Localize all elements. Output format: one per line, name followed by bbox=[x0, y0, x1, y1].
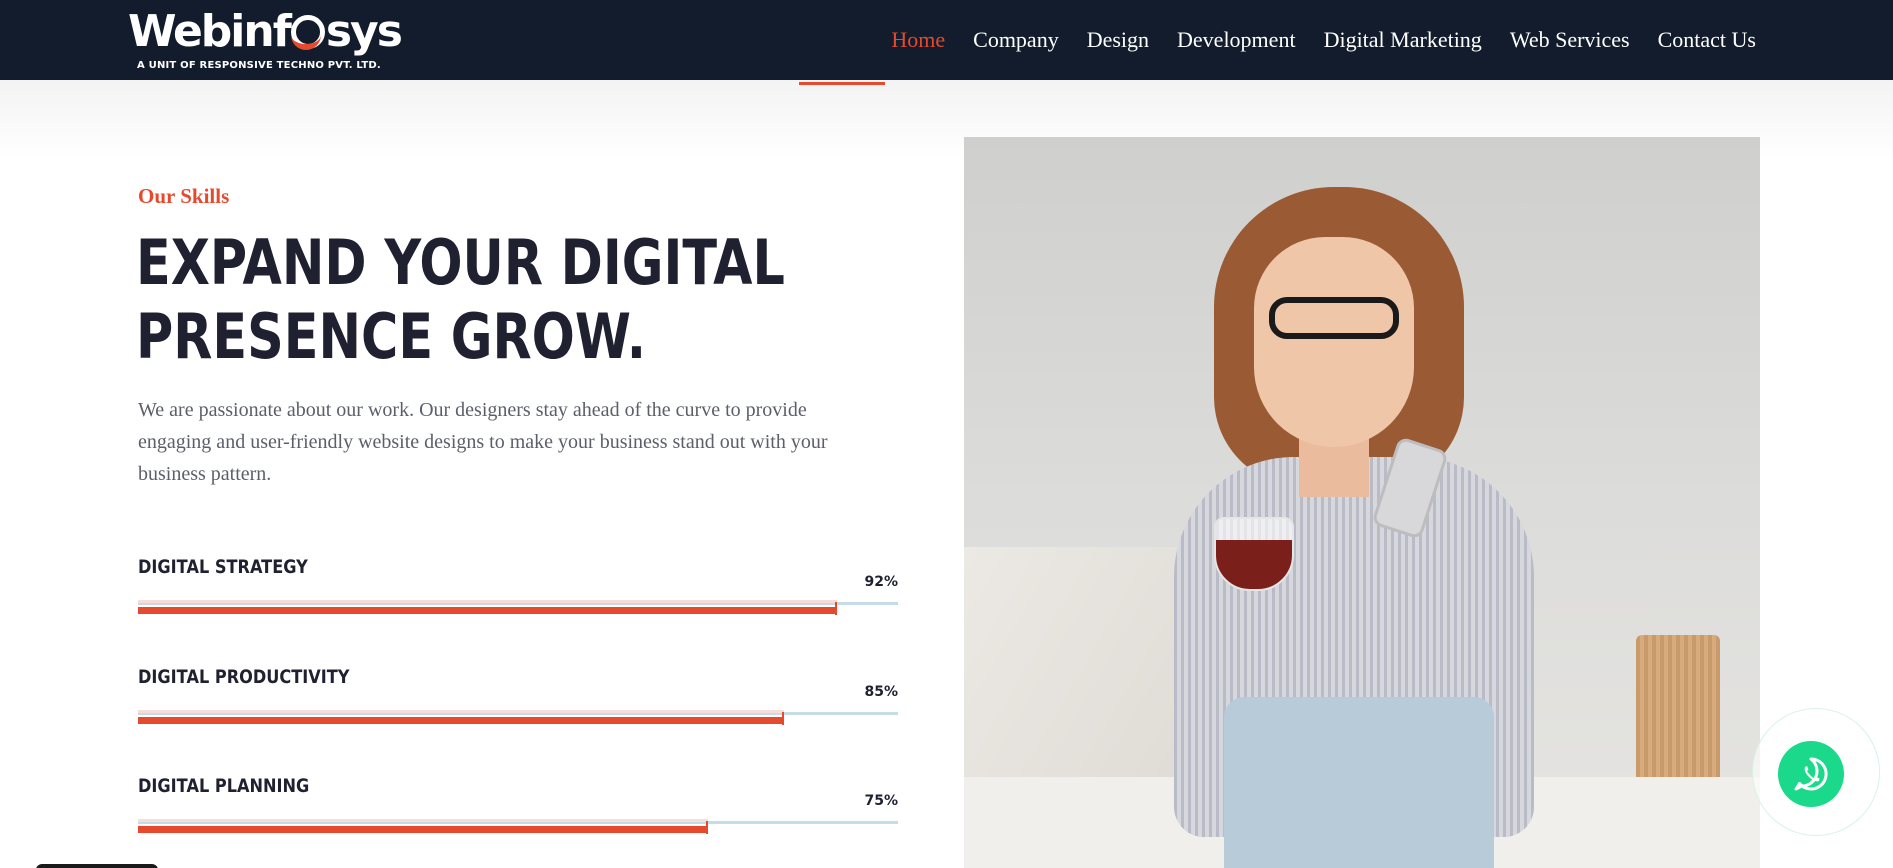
logo-wordmark: Webinf sys bbox=[128, 6, 403, 58]
skill-track-highlight bbox=[138, 710, 784, 713]
site-header: Webinf sys A UNIT OF RESPONSIVE TECHNO PV… bbox=[0, 0, 1893, 80]
bottom-corner-tab bbox=[36, 864, 158, 868]
logo-text-start: Webinf bbox=[128, 6, 292, 57]
main-nav: Home Company Design Development Digital … bbox=[891, 22, 1756, 58]
skill-track-highlight bbox=[138, 600, 837, 603]
photo-wine-glass bbox=[1214, 517, 1294, 591]
headline-line-1: EXPAND YOUR DIGITAL bbox=[136, 226, 785, 299]
skill-fill bbox=[138, 717, 784, 724]
skill-fill bbox=[138, 607, 837, 614]
section-kicker: Our Skills bbox=[138, 184, 230, 208]
section-description: We are passionate about our work. Our de… bbox=[138, 399, 828, 485]
photo-jeans bbox=[1224, 697, 1494, 868]
skill-label: DIGITAL PLANNING bbox=[138, 775, 310, 797]
skill-bar-digital-planning: DIGITAL PLANNING 75% bbox=[138, 775, 898, 855]
nav-company[interactable]: Company bbox=[973, 22, 1059, 58]
nav-contact-us[interactable]: Contact Us bbox=[1658, 22, 1756, 58]
skill-label: DIGITAL PRODUCTIVITY bbox=[138, 666, 350, 688]
skill-fill-marker bbox=[706, 821, 708, 834]
logo-text-end: sys bbox=[325, 6, 403, 57]
photo-cutting-board bbox=[1636, 635, 1720, 785]
section-headline: EXPAND YOUR DIGITAL PRESENCE GROW. bbox=[136, 226, 785, 374]
nav-home[interactable]: Home bbox=[891, 22, 945, 58]
hero-photo bbox=[964, 137, 1760, 868]
whatsapp-button[interactable] bbox=[1778, 741, 1844, 807]
nav-development[interactable]: Development bbox=[1177, 22, 1296, 58]
logo[interactable]: Webinf sys A UNIT OF RESPONSIVE TECHNO PV… bbox=[128, 6, 403, 76]
skill-label: DIGITAL STRATEGY bbox=[138, 556, 308, 578]
nav-design[interactable]: Design bbox=[1087, 22, 1149, 58]
nav-digital-marketing[interactable]: Digital Marketing bbox=[1324, 22, 1482, 58]
skill-percent: 75% bbox=[864, 793, 898, 809]
whatsapp-icon bbox=[1794, 757, 1828, 791]
skill-fill bbox=[138, 826, 708, 833]
skill-bar-digital-productivity: DIGITAL PRODUCTIVITY 85% bbox=[138, 666, 898, 746]
skill-percent: 85% bbox=[864, 684, 898, 700]
logo-tagline: A UNIT OF RESPONSIVE TECHNO PVT. LTD. bbox=[137, 60, 381, 71]
headline-line-2: PRESENCE GROW. bbox=[136, 300, 647, 373]
logo-o-mark-icon bbox=[290, 15, 325, 50]
skill-track-highlight bbox=[138, 819, 708, 822]
skill-percent: 92% bbox=[864, 574, 898, 590]
nav-active-underline bbox=[799, 82, 885, 85]
skill-bar-digital-strategy: DIGITAL STRATEGY 92% bbox=[138, 556, 898, 636]
photo-glasses bbox=[1269, 297, 1399, 339]
nav-web-services[interactable]: Web Services bbox=[1510, 22, 1630, 58]
skill-fill-marker bbox=[782, 712, 784, 725]
photo-face bbox=[1254, 237, 1414, 447]
skill-fill-marker bbox=[835, 602, 837, 615]
